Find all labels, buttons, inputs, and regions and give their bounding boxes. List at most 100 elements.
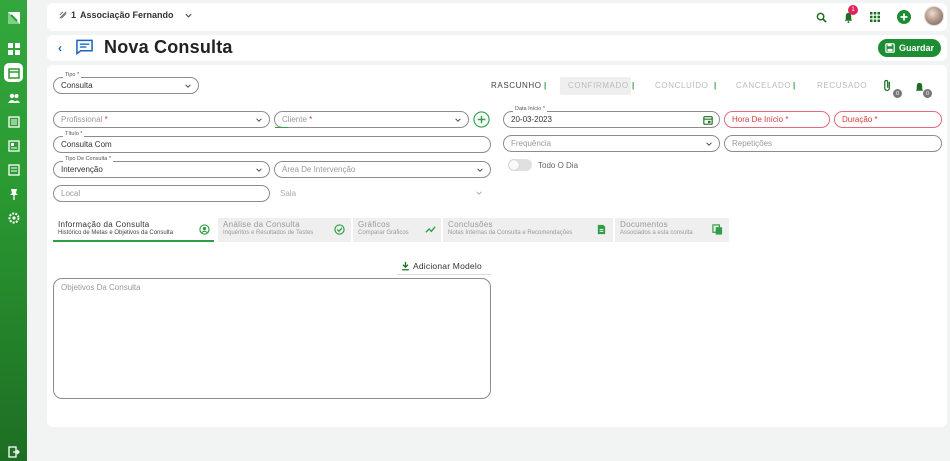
check-circle-icon <box>334 224 345 235</box>
add-circle-icon[interactable] <box>896 9 912 25</box>
repetitions-placeholder: Repetições <box>732 139 773 148</box>
start-time-field[interactable]: Hora De Início * <box>724 111 830 128</box>
tab-subtitle: Inquéritos e Resultados de Testes <box>223 230 314 236</box>
tab-documents[interactable]: Documentos Associados a esta consulta <box>615 218 729 242</box>
download-icon <box>402 261 409 271</box>
start-date-field[interactable]: Data Início * 20-03-2023 <box>503 106 720 128</box>
logout-icon[interactable] <box>4 442 23 461</box>
document-icon[interactable] <box>4 160 23 179</box>
objectives-textarea[interactable]: Objetivos Da Consulta <box>53 278 491 399</box>
users-icon[interactable] <box>4 88 23 107</box>
avatar[interactable] <box>924 6 944 26</box>
org-icon <box>59 11 67 19</box>
status-refused[interactable]: RECUSADO <box>817 81 867 90</box>
notifications-icon[interactable]: 1 <box>840 5 858 25</box>
calendar-icon[interactable] <box>4 63 23 82</box>
status-concluded[interactable]: CONCLUÍDO <box>655 81 708 90</box>
chevron-down-icon <box>185 84 191 88</box>
intervention-area-select[interactable]: Área De Intervenção <box>274 161 491 178</box>
client-select[interactable]: Cliente * <box>274 111 469 128</box>
tab-consultation-info[interactable]: Informação da Consulta Histórico de Meta… <box>53 218 214 242</box>
intervention-area-placeholder: Área De Intervenção <box>282 165 356 174</box>
consultation-type-label: Tipo De Consulta * <box>63 156 113 162</box>
tab-conclusions[interactable]: Conclusões Notas Internas da Consulta e … <box>443 218 613 242</box>
search-icon[interactable] <box>813 9 829 25</box>
document-icon <box>597 224 606 235</box>
divider <box>397 274 491 275</box>
save-label: Guardar <box>898 43 934 53</box>
page-header: ‹ Nova Consulta Guardar <box>47 35 947 61</box>
org-name: Associação Fernando <box>80 10 174 20</box>
status-separator: | <box>714 81 717 90</box>
status-separator: | <box>793 81 796 90</box>
consultation-type-value: Intervenção <box>61 165 103 174</box>
tab-title: Conclusões <box>448 220 493 229</box>
tab-subtitle: Associados a esta consulta <box>620 230 693 236</box>
type-label: Tipo * <box>63 72 82 78</box>
org-prefix: 1 <box>71 10 77 20</box>
professional-select[interactable]: Profissional * <box>53 111 270 128</box>
tab-title: Análise da Consulta <box>223 220 300 229</box>
consultation-form: Tipo * Consulta RASCUNHO | CONFIRMADO | … <box>47 65 947 427</box>
tab-title: Documentos <box>620 220 668 229</box>
start-date-value: 20-03-2023 <box>511 115 552 124</box>
objectives-placeholder: Objetivos Da Consulta <box>61 283 141 292</box>
professional-placeholder: Profissional <box>61 115 103 124</box>
tab-consultation-analysis[interactable]: Análise da Consulta Inquéritos e Resulta… <box>218 218 351 242</box>
settings-icon[interactable] <box>4 208 23 227</box>
status-cancelled[interactable]: CANCELADO <box>736 81 791 90</box>
notification-count-badge: 1 <box>848 5 858 15</box>
user-circle-icon <box>199 224 210 235</box>
copy-documents-icon <box>712 224 723 235</box>
type-select[interactable]: Tipo * Consulta <box>53 72 199 94</box>
frequency-placeholder: Frequência <box>511 139 552 148</box>
all-day-label: Todo O Dia <box>538 161 579 170</box>
duration-field[interactable]: Duração * <box>834 111 942 128</box>
add-client-button[interactable] <box>473 111 490 128</box>
client-placeholder: Cliente <box>282 115 307 124</box>
apps-grid-icon[interactable] <box>867 9 883 25</box>
status-separator: | <box>632 81 635 90</box>
room-chevron-down-icon[interactable] <box>475 189 483 197</box>
attachments-count: 0 <box>893 89 902 98</box>
required-mark: * <box>104 115 108 124</box>
status-separator: | <box>544 81 547 90</box>
trend-line-icon <box>425 226 436 233</box>
status-draft[interactable]: RASCUNHO <box>491 81 542 90</box>
status-confirmed[interactable]: CONFIRMADO <box>568 81 629 90</box>
frequency-select[interactable]: Frequência <box>503 135 720 152</box>
chevron-down-icon <box>256 168 262 172</box>
tab-subtitle: Notas Internas da Consulta e Recomendaçõ… <box>448 230 573 236</box>
title-value: Consulta Com <box>61 140 112 149</box>
tab-title: Informação da Consulta <box>58 220 150 229</box>
start-date-label: Data Início * <box>513 106 547 112</box>
duration-placeholder: Duração <box>842 115 873 124</box>
pin-icon[interactable] <box>4 184 23 203</box>
chevron-down-icon <box>184 13 192 18</box>
list-icon[interactable] <box>4 112 23 131</box>
chevron-down-icon <box>455 118 461 122</box>
sidebar <box>0 0 27 461</box>
chat-icon <box>76 39 93 55</box>
back-chevron-icon[interactable]: ‹ <box>58 41 62 55</box>
location-field[interactable]: Local <box>53 185 270 202</box>
dashboard-icon[interactable] <box>4 39 23 58</box>
required-mark: * <box>874 115 878 124</box>
logo-icon[interactable] <box>4 8 23 27</box>
organization-selector[interactable]: 1 Associação Fernando <box>59 10 193 20</box>
consultation-type-select[interactable]: Tipo De Consulta * Intervenção <box>53 156 270 178</box>
title-field[interactable]: Título * Consulta Com <box>53 131 491 153</box>
title-label: Título * <box>63 131 85 137</box>
save-icon <box>885 43 895 53</box>
location-placeholder: Local <box>61 189 81 198</box>
save-button[interactable]: Guardar <box>878 39 941 57</box>
repetitions-field[interactable]: Repetições <box>724 135 942 152</box>
all-day-toggle[interactable] <box>508 159 532 171</box>
tab-charts[interactable]: Gráficos Comparar Gráficos <box>353 218 441 242</box>
calendar-picker-icon[interactable] <box>703 115 713 125</box>
contacts-icon[interactable] <box>4 136 23 155</box>
add-model-button[interactable]: Adicionar Modelo <box>401 261 482 271</box>
chevron-down-icon <box>706 142 712 146</box>
client-focus-indicator <box>275 127 288 128</box>
chevron-down-icon <box>477 168 483 172</box>
